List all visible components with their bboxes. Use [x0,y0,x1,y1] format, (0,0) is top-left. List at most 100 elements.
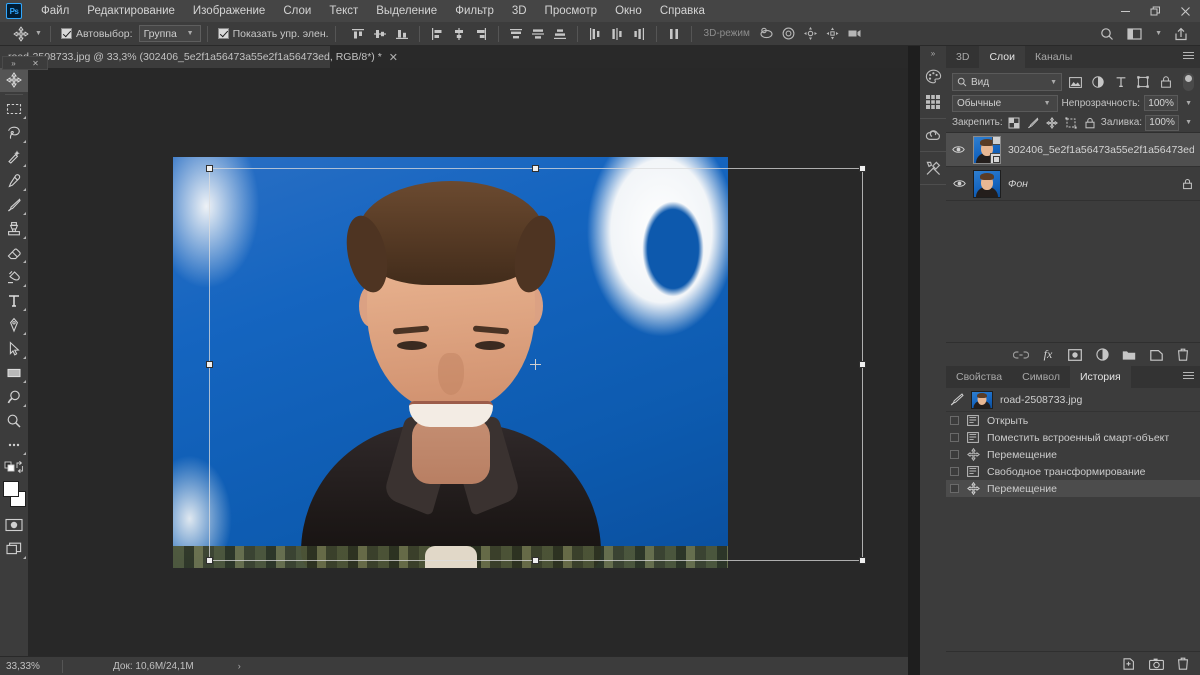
align-left-edges-icon[interactable] [427,24,447,44]
tab-layers[interactable]: Слои [979,46,1025,68]
tab-history[interactable]: История [1069,366,1131,388]
history-brush-checkbox[interactable] [950,416,959,425]
add-layer-mask-icon[interactable] [1067,347,1083,363]
distribute-hcenter-icon[interactable] [607,24,627,44]
search-icon[interactable] [1097,24,1117,44]
grid-patterns-icon[interactable] [920,89,946,115]
new-group-icon[interactable] [1121,347,1137,363]
rectangle-tool[interactable] [0,361,28,385]
transform-handle-top-right[interactable] [859,165,866,172]
history-snapshot-row[interactable]: road-2508733.jpg [946,388,1200,412]
roll-3d-icon[interactable] [779,24,799,44]
pan-3d-icon[interactable] [801,24,821,44]
tab-channels[interactable]: Каналы [1025,46,1082,68]
canvas-area[interactable] [28,68,908,656]
close-icon[interactable]: ✕ [32,59,39,68]
blend-mode-select[interactable]: Обычные ▼ [952,94,1058,112]
distribute-spacing-icon[interactable] [664,24,684,44]
rotate-3d-icon[interactable] [757,24,777,44]
zoom-level[interactable]: 33,33% [0,661,62,672]
close-button[interactable] [1170,0,1200,22]
color-swatches[interactable] [0,479,28,513]
align-bottom-edges-icon[interactable] [392,24,412,44]
panel-menu-icon[interactable] [1183,372,1194,381]
minimize-button[interactable] [1110,0,1140,22]
autoselect-scope-select[interactable]: Группа ▼ [138,25,201,42]
document-canvas[interactable] [173,157,728,568]
share-icon[interactable] [1171,24,1191,44]
lock-image-pixels-icon[interactable] [1025,115,1041,131]
history-state-row[interactable]: Открыть [946,412,1200,429]
opacity-input[interactable]: 100% [1144,95,1179,111]
transform-handle-middle-right[interactable] [859,360,866,368]
menu-3d[interactable]: 3D [503,0,536,22]
tab-character[interactable]: Символ [1012,366,1070,388]
color-swatches-icon[interactable] [920,63,946,89]
type-tool[interactable] [0,289,28,313]
create-snapshot-icon[interactable] [1148,656,1164,672]
autoselect-checkbox[interactable]: Автовыбор: [60,28,133,40]
zoom-tool[interactable] [0,409,28,433]
layer-visibility-toggle[interactable] [952,178,966,189]
foreground-color-swatch[interactable] [3,481,19,497]
move-tool[interactable] [0,68,28,92]
transform-handle-bottom-right[interactable] [859,557,866,564]
brush-tool[interactable] [0,193,28,217]
edit-toolbar-tool[interactable] [0,433,28,457]
layer-thumbnail[interactable] [972,135,1001,164]
align-horizontal-centers-icon[interactable] [449,24,469,44]
tools-preset-icon[interactable] [920,155,946,181]
gradient-tool[interactable] [0,265,28,289]
menu-window[interactable]: Окно [606,0,651,22]
opacity-chevron-icon[interactable]: ▼ [1185,100,1192,107]
filter-adjustment-icon[interactable] [1089,73,1108,91]
panel-menu-icon[interactable] [1183,52,1194,61]
lock-all-icon[interactable] [1082,115,1098,131]
lasso-tool[interactable] [0,121,28,145]
align-vertical-centers-icon[interactable] [370,24,390,44]
expand-arrows-icon[interactable]: » [11,59,15,68]
menu-filter[interactable]: Фильтр [446,0,503,22]
create-document-from-state-icon[interactable] [1121,656,1137,672]
menu-text[interactable]: Текст [320,0,367,22]
dodge-tool[interactable] [0,385,28,409]
screen-mode-icon[interactable] [0,537,28,561]
tab-properties[interactable]: Свойства [946,366,1012,388]
eyedropper-tool[interactable] [0,169,28,193]
align-right-edges-icon[interactable] [471,24,491,44]
path-selection-tool[interactable] [0,337,28,361]
move-tool-icon[interactable] [10,24,32,44]
history-brush-checkbox[interactable] [950,433,959,442]
quick-selection-tool[interactable] [0,145,28,169]
menu-layers[interactable]: Слои [274,0,320,22]
history-state-row[interactable]: Свободное трансформирование [946,463,1200,480]
align-top-edges-icon[interactable] [348,24,368,44]
menu-file[interactable]: Файл [32,0,78,22]
distribute-vcenter-icon[interactable] [528,24,548,44]
new-adjustment-layer-icon[interactable] [1094,347,1110,363]
layer-filter-select[interactable]: Вид ▼ [952,73,1062,91]
restore-button[interactable] [1140,0,1170,22]
close-tab-icon[interactable]: ✕ [389,51,398,64]
history-brush-checkbox[interactable] [950,450,959,459]
layer-visibility-toggle[interactable] [952,144,966,155]
collapse-panels-icon[interactable]: » [920,46,946,60]
fill-input[interactable]: 100% [1145,114,1180,131]
history-state-row[interactable]: Поместить встроенный смарт-объект [946,429,1200,446]
layer-thumbnail[interactable] [973,169,1001,198]
history-state-row-current[interactable]: Перемещение [946,480,1200,497]
menu-image[interactable]: Изображение [184,0,274,22]
lock-transparent-pixels-icon[interactable] [1006,115,1022,131]
menu-select[interactable]: Выделение [367,0,446,22]
layer-name[interactable]: 302406_5e2f1a56473a55e2f1a56473ed [1008,144,1194,156]
menu-view[interactable]: Просмотр [536,0,607,22]
filter-pixel-icon[interactable] [1066,73,1085,91]
tool-preset-chevron-icon[interactable]: ▼ [35,30,42,37]
clone-stamp-tool[interactable] [0,217,28,241]
workspace-chevron-icon[interactable]: ▼ [1155,30,1162,37]
pen-tool[interactable] [0,313,28,337]
layer-row-smart-object[interactable]: 302406_5e2f1a56473a55e2f1a56473ed [946,133,1200,167]
lock-artboard-nesting-icon[interactable] [1063,115,1079,131]
rectangular-marquee-tool[interactable] [0,97,28,121]
filter-smart-object-icon[interactable] [1157,73,1176,91]
